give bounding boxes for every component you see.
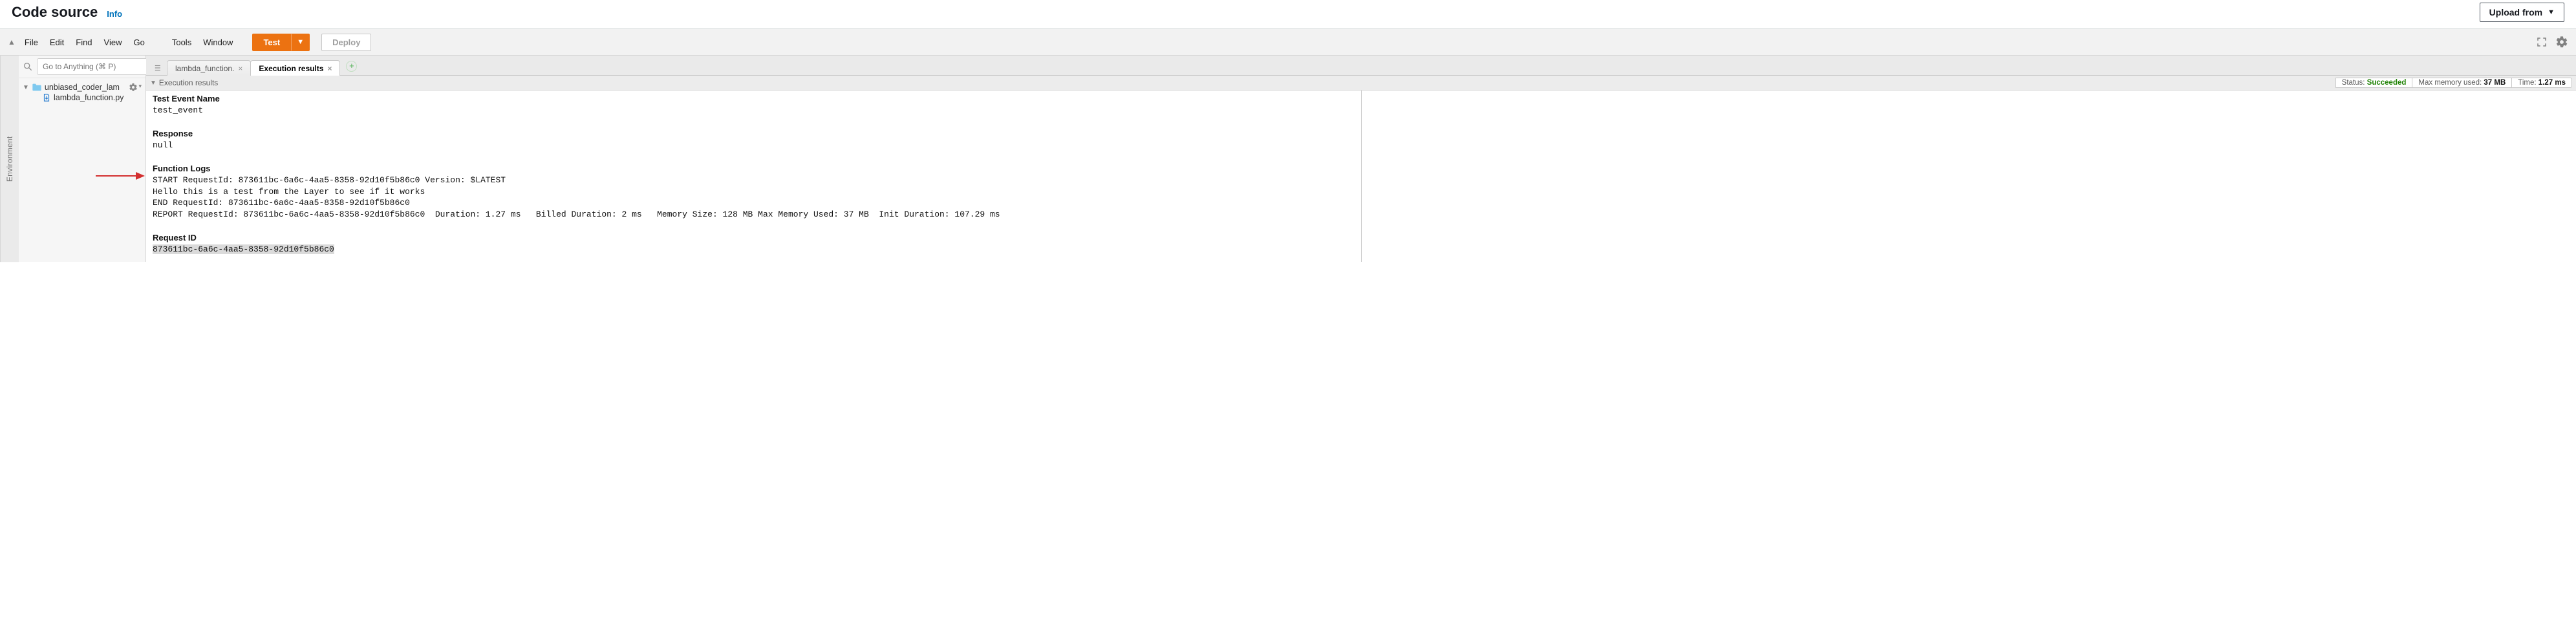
menu-tools[interactable]: Tools (168, 36, 195, 48)
function-logs-label: Function Logs (153, 163, 2570, 175)
gear-icon[interactable] (2555, 36, 2568, 48)
tree-root-label: unbiased_coder_lam (45, 83, 120, 92)
menu-find[interactable]: Find (72, 36, 96, 48)
python-file-icon (42, 93, 51, 102)
menu-file[interactable]: File (21, 36, 42, 48)
add-tab-button[interactable]: + (346, 61, 357, 72)
chevron-down-icon[interactable]: ▼ (23, 84, 29, 91)
tree-file-label: lambda_function.py (54, 93, 123, 102)
menu-edit[interactable]: Edit (46, 36, 68, 48)
tree-file[interactable]: lambda_function.py (19, 92, 145, 103)
execution-results-title: Execution results (159, 78, 218, 87)
test-event-name-value: test_event (153, 105, 203, 115)
status-value: Succeeded (2367, 79, 2407, 87)
tab-label: lambda_function. (175, 64, 234, 73)
menubar: ▲ File Edit Find View Go Tools Window Te… (0, 29, 2576, 56)
response-label: Response (153, 128, 2570, 140)
tab-row: lambda_function. × Execution results × + (146, 56, 2576, 76)
tab-label: Execution results (259, 64, 323, 73)
upload-from-button[interactable]: Upload from ▼ (2480, 3, 2564, 22)
editor-area: lambda_function. × Execution results × +… (146, 56, 2576, 262)
file-tree: ▼ unbiased_coder_lam ▾ (19, 78, 145, 103)
environment-rail[interactable]: Environment (0, 56, 19, 262)
ide-body: Environment ▼ (0, 56, 2576, 262)
chevron-down-icon: ▼ (150, 80, 156, 87)
close-icon[interactable]: × (327, 64, 332, 73)
memory-value: 37 MB (2484, 79, 2506, 87)
search-icon (21, 61, 33, 72)
log-line: Hello this is a test from the Layer to s… (153, 187, 425, 197)
status-label: Status: (2342, 79, 2367, 87)
tab-lambda-function[interactable]: lambda_function. × (167, 60, 251, 76)
execution-output[interactable]: Test Event Nametest_event Responsenull F… (146, 91, 2576, 262)
tree-gear-icon[interactable]: ▾ (129, 83, 142, 92)
close-icon[interactable]: × (238, 64, 242, 73)
goto-input[interactable] (37, 58, 149, 75)
test-event-name-label: Test Event Name (153, 93, 2570, 105)
time-label: Time: (2518, 79, 2538, 87)
collapse-icon[interactable]: ▲ (8, 38, 16, 47)
test-button[interactable]: Test (252, 34, 291, 51)
sidebar: ▼ unbiased_coder_lam ▾ (19, 56, 146, 262)
cloud9-ide: ▲ File Edit Find View Go Tools Window Te… (0, 28, 2576, 262)
page-title: Code source (12, 4, 98, 21)
log-line: REPORT RequestId: 873611bc-6a6c-4aa5-835… (153, 210, 1000, 219)
folder-icon (32, 83, 42, 92)
memory-pill: Max memory used: 37 MB (2412, 78, 2512, 88)
menu-go[interactable]: Go (130, 36, 149, 48)
upload-from-label: Upload from (2489, 7, 2542, 17)
menu-window[interactable]: Window (199, 36, 237, 48)
deploy-button[interactable]: Deploy (321, 34, 371, 51)
status-pill: Status: Succeeded (2335, 78, 2413, 88)
caret-down-icon: ▼ (2548, 8, 2555, 16)
request-id-value: 873611bc-6a6c-4aa5-8358-92d10f5b86c0 (153, 244, 334, 254)
memory-label: Max memory used: (2418, 79, 2484, 87)
tab-execution-results[interactable]: Execution results × (250, 60, 340, 76)
log-line: START RequestId: 873611bc-6a6c-4aa5-8358… (153, 175, 506, 185)
time-value: 1.27 ms (2538, 79, 2566, 87)
execution-results-header[interactable]: ▼ Execution results Status: Succeeded Ma… (146, 76, 2576, 91)
menu-view[interactable]: View (100, 36, 126, 48)
fullscreen-icon[interactable] (2536, 36, 2548, 48)
tab-list-icon[interactable] (150, 63, 167, 72)
info-link[interactable]: Info (107, 9, 122, 19)
caret-down-icon: ▼ (297, 38, 304, 46)
time-pill: Time: 1.27 ms (2511, 78, 2572, 88)
tree-root[interactable]: ▼ unbiased_coder_lam ▾ (19, 82, 145, 92)
response-value: null (153, 140, 173, 150)
request-id-label: Request ID (153, 232, 2570, 244)
execution-body: Test Event Nametest_event Responsenull F… (146, 91, 2576, 262)
test-dropdown-button[interactable]: ▼ (291, 34, 310, 51)
log-line: END RequestId: 873611bc-6a6c-4aa5-8358-9… (153, 198, 410, 208)
